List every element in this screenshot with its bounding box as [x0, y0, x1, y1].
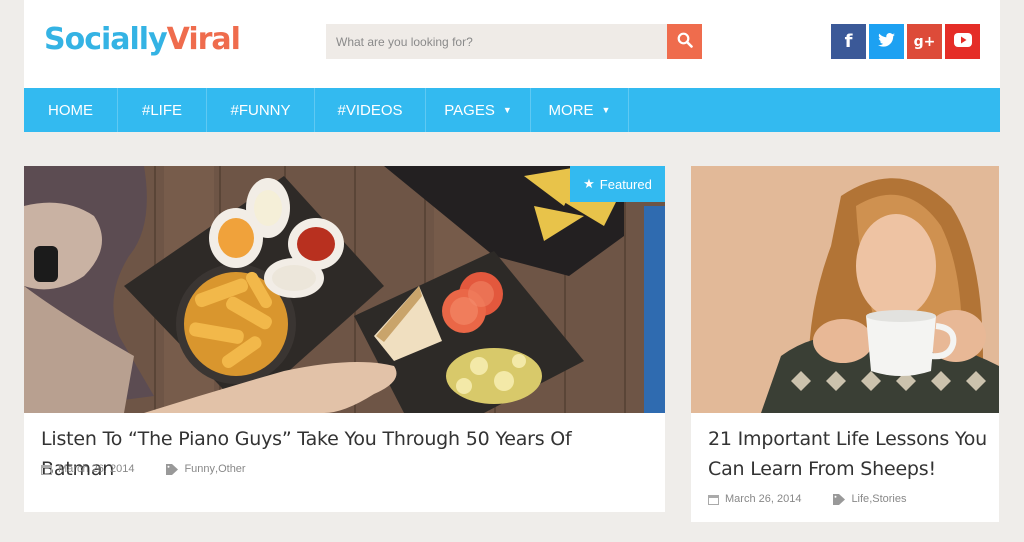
post-title[interactable]: Listen To “The Piano Guys” Take You Thro…	[41, 424, 648, 484]
featured-label: Featured	[599, 176, 652, 192]
nav-label: #FUNNY	[230, 101, 291, 119]
post-card: 21 Important Life Lessons You Can Learn …	[691, 166, 999, 522]
calendar-icon	[41, 464, 52, 475]
nav-label: MORE	[548, 101, 594, 119]
category-link-funny[interactable]: Funny	[184, 463, 215, 475]
caret-down-icon: ▼	[502, 105, 512, 115]
category-link-life[interactable]: Life	[851, 493, 869, 505]
search-icon	[677, 32, 693, 51]
nav-label: #LIFE	[141, 101, 183, 119]
nav-item-pages[interactable]: PAGES ▼	[426, 88, 531, 132]
twitter-button[interactable]	[869, 24, 904, 59]
nav-label: HOME	[48, 101, 93, 119]
food-table-image	[24, 166, 665, 413]
category-link-stories[interactable]: Stories	[872, 493, 906, 505]
post-meta: March 26, 2014 Life, Stories	[708, 493, 907, 505]
star-icon: ★	[583, 176, 595, 191]
search-input[interactable]	[326, 24, 667, 59]
nav-label: #VIDEOS	[337, 101, 403, 119]
nav-item-funny[interactable]: #FUNNY	[207, 88, 315, 132]
post-date: March 26, 2014	[725, 493, 802, 505]
nav-item-life[interactable]: #LIFE	[118, 88, 207, 132]
facebook-icon: f	[844, 31, 853, 52]
google-plus-button[interactable]: g+	[907, 24, 942, 59]
google-plus-icon: g+	[913, 33, 936, 50]
logo-text-socially: Socially	[44, 22, 168, 57]
post-date: March 26, 2014	[58, 463, 135, 475]
post-thumbnail[interactable]: ★ Featured	[24, 166, 665, 413]
nav-item-home[interactable]: HOME	[24, 88, 118, 132]
youtube-icon	[953, 32, 972, 51]
site-header: SociallyViral f g+	[24, 0, 1000, 88]
post-meta: March 26, 2014 Funny, Other	[41, 463, 246, 475]
twitter-icon	[878, 32, 895, 51]
calendar-icon	[708, 494, 719, 505]
tag-icon	[833, 493, 846, 505]
site-logo[interactable]: SociallyViral	[44, 20, 241, 60]
search-button[interactable]	[667, 24, 702, 59]
facebook-button[interactable]: f	[831, 24, 866, 59]
main-navigation: HOME #LIFE #FUNNY #VIDEOS PAGES ▼ MORE ▼	[24, 88, 1000, 132]
post-card-featured: ★ Featured Listen To “The Piano Guys” Ta…	[24, 166, 665, 512]
caret-down-icon: ▼	[601, 105, 611, 115]
social-links: f g+	[831, 24, 980, 59]
nav-label: PAGES	[444, 101, 495, 119]
search-bar	[326, 24, 702, 59]
featured-badge: ★ Featured	[570, 166, 665, 202]
woman-drinking-coffee-image	[691, 166, 999, 413]
nav-item-videos[interactable]: #VIDEOS	[315, 88, 426, 132]
post-title[interactable]: 21 Important Life Lessons You Can Learn …	[708, 424, 989, 484]
logo-text-viral: Viral	[166, 22, 241, 57]
nav-item-more[interactable]: MORE ▼	[531, 88, 629, 132]
tag-icon	[166, 463, 179, 475]
category-link-other[interactable]: Other	[218, 463, 246, 475]
youtube-button[interactable]	[945, 24, 980, 59]
post-thumbnail[interactable]	[691, 166, 999, 413]
